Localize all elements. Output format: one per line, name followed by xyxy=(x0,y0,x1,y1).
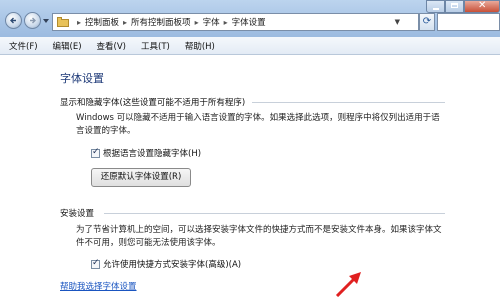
section-description-install: 为了节省计算机上的空间，可以选择安装字体文件的快捷方式而不是安装文件本身。如果该… xyxy=(76,225,442,248)
breadcrumb-control-panel[interactable]: 控制面板 xyxy=(85,16,119,28)
section-divider xyxy=(252,102,445,103)
maximize-button[interactable] xyxy=(445,0,464,13)
chevron-right-icon[interactable]: ▸ xyxy=(77,18,81,27)
breadcrumb-all-items[interactable]: 所有控制面板项 xyxy=(131,16,191,28)
minimize-button[interactable] xyxy=(426,0,445,13)
page-title: 字体设置 xyxy=(60,72,104,85)
forward-button[interactable] xyxy=(24,12,41,29)
menu-tools[interactable]: 工具(T) xyxy=(132,40,176,52)
help-link[interactable]: 帮助我选择字体设置 xyxy=(60,280,137,292)
section-heading-show-hide: 显示和隐藏字体(这些设置可能不适用于所有程序) xyxy=(60,98,246,108)
address-bar[interactable]: ▸ 控制面板 ▸ 所有控制面板项 ▸ 字体 ▸ 字体设置 ▼ xyxy=(52,13,419,31)
chevron-right-icon[interactable]: ▸ xyxy=(195,18,199,27)
explorer-window: ▸ 控制面板 ▸ 所有控制面板项 ▸ 字体 ▸ 字体设置 ▼ ⟳ 文件(F) 编… xyxy=(0,0,500,297)
chevron-right-icon[interactable]: ▸ xyxy=(123,18,127,27)
hide-fonts-checkbox[interactable] xyxy=(91,147,100,158)
menu-edit[interactable]: 编辑(E) xyxy=(44,40,88,52)
refresh-icon: ⟳ xyxy=(422,16,432,27)
menu-help[interactable]: 帮助(H) xyxy=(176,40,221,52)
menu-view[interactable]: 查看(V) xyxy=(88,40,132,52)
forward-arrow-icon xyxy=(30,17,36,24)
back-button[interactable] xyxy=(5,12,22,29)
close-button[interactable] xyxy=(464,0,500,13)
section-heading-install: 安装设置 xyxy=(60,209,95,219)
search-input[interactable] xyxy=(437,13,500,31)
section-description-show-hide: Windows 可以隐藏不适用于输入语言设置的字体。如果选择此选项，则程序中将仅… xyxy=(76,113,440,136)
recent-pages-dropdown-icon[interactable] xyxy=(43,18,49,24)
breadcrumb-fonts[interactable]: 字体 xyxy=(203,16,220,28)
shortcut-install-checkbox[interactable] xyxy=(91,258,100,269)
restore-default-button[interactable]: 还原默认字体设置(R) xyxy=(91,168,191,187)
title-bar: ▸ 控制面板 ▸ 所有控制面板项 ▸ 字体 ▸ 字体设置 ▼ ⟳ xyxy=(0,0,500,37)
address-dropdown-icon[interactable]: ▼ xyxy=(395,18,400,26)
menu-bar: 文件(F) 编辑(E) 查看(V) 工具(T) 帮助(H) xyxy=(0,37,500,55)
chevron-right-icon[interactable]: ▸ xyxy=(224,18,228,27)
hide-fonts-checkbox-label[interactable]: 根据语言设置隐藏字体(H) xyxy=(103,147,201,159)
breadcrumb-font-settings[interactable]: 字体设置 xyxy=(232,16,266,28)
section-divider xyxy=(104,213,445,214)
shortcut-install-checkbox-row[interactable]: 允许使用快捷方式安装字体(高级)(A) xyxy=(91,258,241,270)
control-panel-icon xyxy=(57,17,69,27)
hide-fonts-checkbox-row[interactable]: 根据语言设置隐藏字体(H) xyxy=(91,147,201,159)
shortcut-install-checkbox-label[interactable]: 允许使用快捷方式安装字体(高级)(A) xyxy=(103,258,241,270)
menu-file[interactable]: 文件(F) xyxy=(0,40,44,52)
back-arrow-icon xyxy=(10,17,16,24)
red-arrow-annotation-icon xyxy=(335,272,361,297)
refresh-button[interactable]: ⟳ xyxy=(419,13,435,31)
content-pane: 字体设置 显示和隐藏字体(这些设置可能不适用于所有程序) Windows 可以隐… xyxy=(0,55,500,297)
